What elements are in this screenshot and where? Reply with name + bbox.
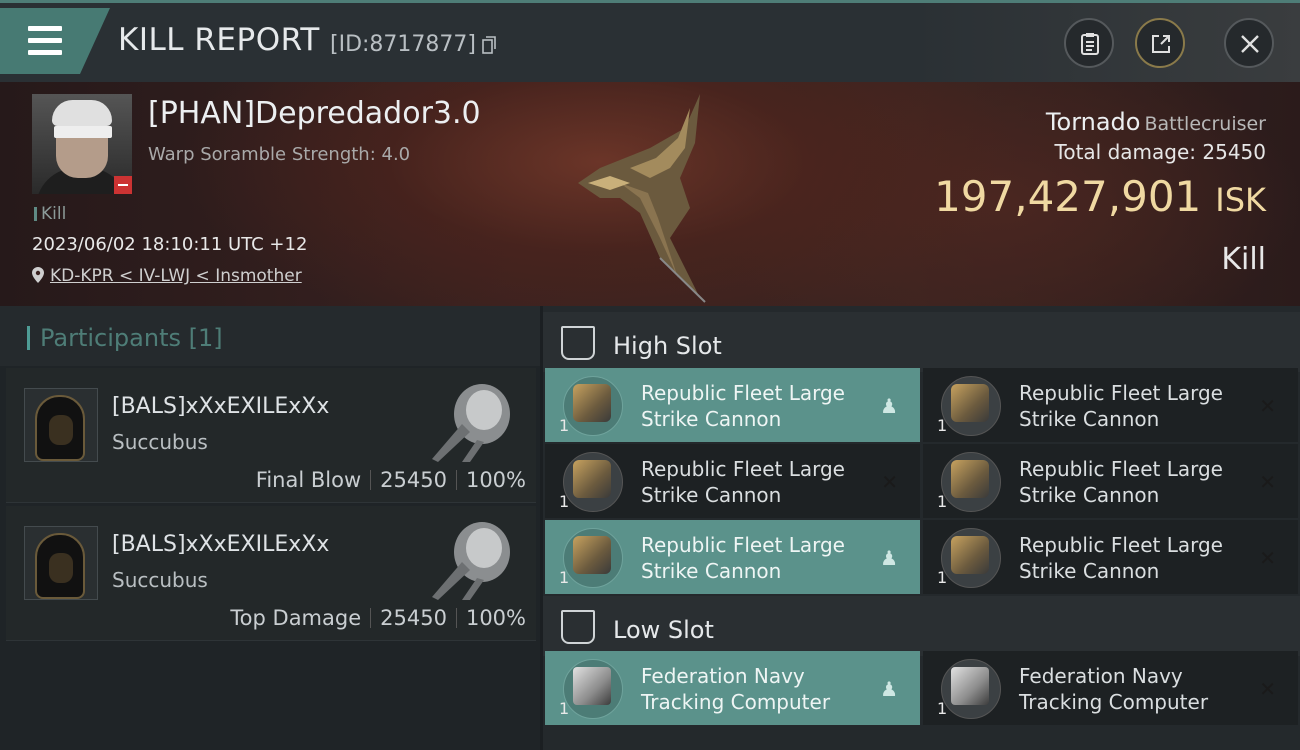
minus-badge-icon: [114, 176, 132, 194]
module-item[interactable]: 1 Federation Navy Tracking Computer ♟: [545, 651, 920, 725]
low-slot-icon: [561, 610, 595, 644]
module-item[interactable]: 1 Republic Fleet Large Strike Cannon ✕: [545, 444, 920, 518]
participant-ship: Succubus: [112, 568, 208, 592]
victim-name[interactable]: [PHAN]Depredador3.0: [148, 96, 481, 131]
participant-card[interactable]: [BALS]xXxEXILExXx Succubus Top Damage 254…: [6, 506, 536, 641]
participants-panel: Participants [1] [BALS]xXxEXILExXx Succu…: [0, 306, 540, 750]
warp-scramble-strength: Warp Soramble Strength: 4.0: [148, 144, 411, 165]
kill-tag: Kill: [34, 204, 66, 224]
dropped-person-icon: ♟: [880, 394, 898, 418]
kill-datetime: 2023/06/02 18:10:11 UTC +12: [32, 234, 308, 255]
high-slot-header: High Slot: [543, 312, 1300, 372]
participant-name: [BALS]xXxEXILExXx: [112, 532, 330, 557]
cannon-module-icon: [573, 460, 611, 498]
clipboard-icon: [1081, 33, 1099, 55]
destroyed-x-icon: ✕: [1259, 546, 1276, 570]
module-item[interactable]: 1 Republic Fleet Large Strike Cannon ✕: [923, 444, 1298, 518]
total-damage: Total damage: 25450: [1054, 140, 1266, 164]
isk-value: 197,427,901 ISK: [934, 172, 1266, 221]
module-item[interactable]: 1 Republic Fleet Large Strike Cannon ✕: [923, 520, 1298, 594]
close-button[interactable]: [1224, 18, 1274, 68]
participant-stats: Top Damage 25450 100%: [230, 606, 526, 630]
succubus-ship-icon: [432, 384, 510, 462]
cannon-module-icon: [951, 460, 989, 498]
cannon-module-icon: [951, 536, 989, 574]
result-label: Kill: [1221, 242, 1266, 277]
close-icon: [1241, 35, 1259, 53]
destroyed-x-icon: ✕: [1259, 470, 1276, 494]
page-title: KILL REPORT: [118, 22, 320, 58]
module-item[interactable]: 1 Republic Fleet Large Strike Cannon ✕: [923, 368, 1298, 442]
tracking-computer-icon: [573, 667, 611, 705]
top-accent-line: [0, 0, 1300, 3]
clipboard-button[interactable]: [1064, 18, 1114, 68]
tracking-computer-icon: [951, 667, 989, 705]
top-bar: KILL REPORT [ID:8717877]: [0, 0, 1300, 82]
victim-summary: [PHAN]Depredador3.0 Warp Soramble Streng…: [0, 82, 1300, 306]
participant-card[interactable]: [BALS]xXxEXILExXx Succubus Final Blow 254…: [6, 368, 536, 503]
share-button[interactable]: [1135, 18, 1185, 68]
copy-icon[interactable]: [482, 36, 496, 54]
participant-avatar: [24, 526, 98, 600]
succubus-ship-icon: [432, 522, 510, 600]
participant-ship: Succubus: [112, 430, 208, 454]
share-icon: [1152, 35, 1170, 53]
module-item[interactable]: 1 Republic Fleet Large Strike Cannon ♟: [545, 368, 920, 442]
dropped-person-icon: ♟: [880, 677, 898, 701]
victim-ship-name: Tornado Battlecruiser: [1045, 108, 1266, 136]
menu-icon: [28, 26, 62, 31]
victim-avatar[interactable]: [32, 94, 132, 194]
menu-button[interactable]: [0, 8, 110, 74]
module-item[interactable]: 1 Federation Navy Tracking Computer ✕: [923, 651, 1298, 725]
participant-stats: Final Blow 25450 100%: [255, 468, 526, 492]
location-pin-icon: [32, 267, 44, 283]
cannon-module-icon: [951, 384, 989, 422]
kill-id: [ID:8717877]: [330, 32, 476, 57]
cannon-module-icon: [573, 384, 611, 422]
destroyed-x-icon: ✕: [1259, 394, 1276, 418]
dropped-person-icon: ♟: [880, 546, 898, 570]
participant-name: [BALS]xXxEXILExXx: [112, 394, 330, 419]
cannon-module-icon: [573, 536, 611, 574]
high-slot-icon: [561, 326, 595, 360]
destroyed-x-icon: ✕: [1259, 677, 1276, 701]
destroyed-x-icon: ✕: [881, 470, 898, 494]
victim-ship-image: [578, 94, 706, 303]
participants-header[interactable]: Participants [1]: [0, 306, 540, 366]
kill-location[interactable]: KD-KPR < IV-LWJ < Insmother: [32, 266, 302, 286]
low-slot-header: Low Slot: [543, 596, 1300, 656]
fitting-panel: High Slot 1 Republic Fleet Large Strike C…: [543, 306, 1300, 750]
participant-avatar: [24, 388, 98, 462]
module-item[interactable]: 1 Republic Fleet Large Strike Cannon ♟: [545, 520, 920, 594]
